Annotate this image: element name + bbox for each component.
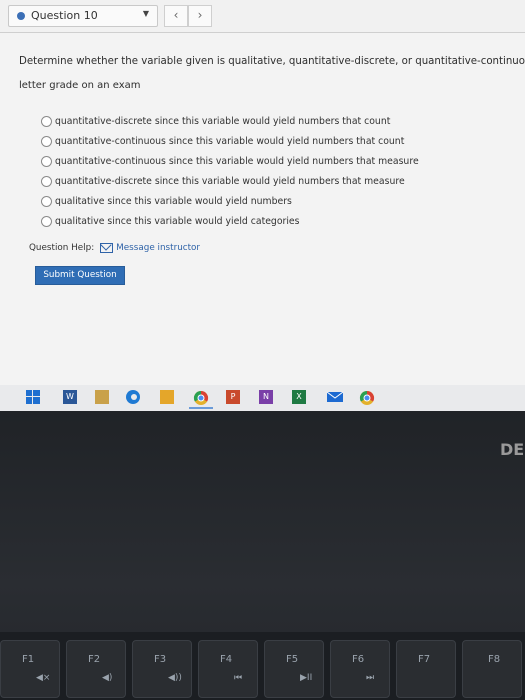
answer-option-label: quantitative-discrete since this variabl… bbox=[55, 175, 405, 187]
key-f3-label: F3 bbox=[154, 654, 167, 665]
answer-option[interactable]: qualitative since this variable would yi… bbox=[41, 191, 419, 211]
key-f4[interactable] bbox=[198, 640, 258, 698]
message-instructor-link[interactable]: Message instructor bbox=[116, 243, 200, 253]
question-navigation-bar: Question 10 ▼ ‹ › bbox=[0, 0, 525, 33]
answer-option-label: quantitative-continuous since this varia… bbox=[55, 155, 419, 167]
radio-button[interactable] bbox=[41, 215, 52, 227]
powerpoint-app-icon[interactable]: P bbox=[226, 390, 240, 404]
radio-button[interactable] bbox=[41, 115, 52, 127]
key-f6-label: F6 bbox=[352, 654, 365, 665]
key-f2[interactable] bbox=[66, 640, 126, 698]
key-f5-label: F5 bbox=[286, 654, 299, 665]
mute-icon: ◀× bbox=[36, 673, 51, 683]
excel-app-icon[interactable]: X bbox=[292, 390, 306, 404]
answer-option-label: quantitative-continuous since this varia… bbox=[55, 135, 405, 147]
windows-taskbar: W P N X bbox=[0, 385, 525, 411]
browser-screen: Question 10 ▼ ‹ › Determine whether the … bbox=[0, 0, 525, 385]
answer-option-label: qualitative since this variable would yi… bbox=[55, 195, 292, 207]
answer-option[interactable]: quantitative-discrete since this variabl… bbox=[41, 111, 419, 131]
chrome-browser-icon[interactable] bbox=[359, 390, 375, 405]
envelope-icon bbox=[100, 243, 114, 253]
answer-option[interactable]: quantitative-discrete since this variabl… bbox=[41, 171, 419, 191]
file-explorer-icon[interactable] bbox=[160, 390, 174, 404]
question-selector-label: Question 10 bbox=[31, 9, 98, 22]
previous-question-button[interactable]: ‹ bbox=[164, 5, 188, 27]
answer-options: quantitative-discrete since this variabl… bbox=[41, 111, 419, 231]
question-selector[interactable]: Question 10 ▼ bbox=[8, 5, 158, 27]
answer-option[interactable]: quantitative-continuous since this varia… bbox=[41, 131, 419, 151]
radio-button[interactable] bbox=[41, 155, 52, 167]
key-f3[interactable] bbox=[132, 640, 192, 698]
store-app-icon[interactable] bbox=[95, 390, 109, 404]
chrome-browser-icon[interactable] bbox=[193, 390, 209, 405]
key-f2-label: F2 bbox=[88, 654, 101, 665]
next-track-icon: ⏭ bbox=[366, 673, 375, 683]
word-app-icon[interactable]: W bbox=[63, 390, 77, 404]
key-f5[interactable] bbox=[264, 640, 324, 698]
active-app-indicator bbox=[189, 407, 213, 409]
volume-up-icon: ◀)) bbox=[168, 673, 182, 683]
radio-button[interactable] bbox=[41, 195, 52, 207]
question-prompt: Determine whether the variable given is … bbox=[19, 56, 525, 67]
key-f8[interactable] bbox=[462, 640, 522, 698]
answer-option[interactable]: qualitative since this variable would yi… bbox=[41, 211, 419, 231]
volume-down-icon: ◀) bbox=[102, 673, 113, 683]
key-f8-label: F8 bbox=[488, 654, 501, 665]
radio-button[interactable] bbox=[41, 135, 52, 147]
onenote-app-icon[interactable]: N bbox=[259, 390, 273, 404]
question-status-dot bbox=[17, 12, 25, 20]
answer-option-label: quantitative-discrete since this variabl… bbox=[55, 115, 391, 127]
key-f6[interactable] bbox=[330, 640, 390, 698]
previous-track-icon: ⏮ bbox=[234, 673, 243, 683]
radio-button[interactable] bbox=[41, 175, 52, 187]
play-pause-icon: ▶II bbox=[300, 673, 313, 683]
key-f1[interactable] bbox=[0, 640, 60, 698]
next-question-button[interactable]: › bbox=[188, 5, 212, 27]
question-help-label: Question Help: bbox=[29, 243, 95, 253]
question-content: Determine whether the variable given is … bbox=[0, 33, 525, 385]
key-f7-label: F7 bbox=[418, 654, 431, 665]
question-variable: letter grade on an exam bbox=[19, 80, 141, 91]
mail-app-icon[interactable] bbox=[326, 390, 344, 404]
submit-question-button[interactable]: Submit Question bbox=[35, 266, 125, 285]
answer-option[interactable]: quantitative-continuous since this varia… bbox=[41, 151, 419, 171]
answer-option-label: qualitative since this variable would yi… bbox=[55, 215, 300, 227]
key-f7[interactable] bbox=[396, 640, 456, 698]
key-f4-label: F4 bbox=[220, 654, 233, 665]
laptop-brand-logo: DE bbox=[500, 440, 525, 459]
key-f1-label: F1 bbox=[22, 654, 35, 665]
edge-browser-icon[interactable] bbox=[125, 389, 140, 404]
chevron-down-icon: ▼ bbox=[142, 9, 149, 18]
question-help: Question Help: Message instructor bbox=[29, 243, 200, 253]
windows-logo-icon[interactable] bbox=[26, 390, 40, 404]
